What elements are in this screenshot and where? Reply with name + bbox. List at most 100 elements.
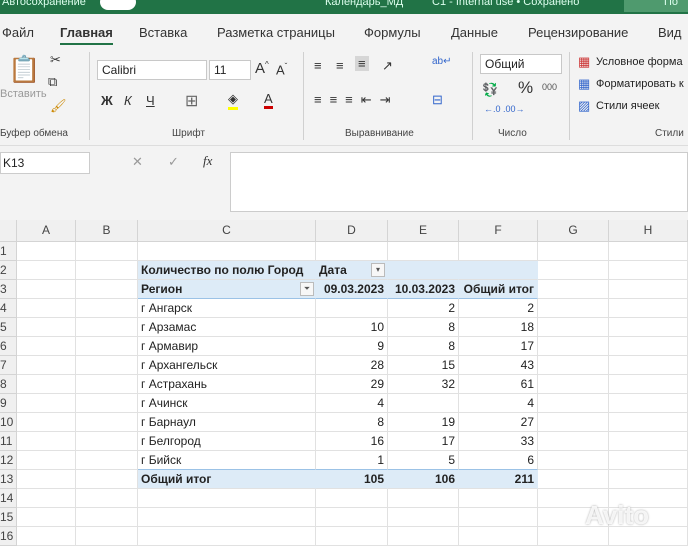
- cell[interactable]: [76, 470, 138, 489]
- pivot-grand-total[interactable]: 106: [388, 470, 459, 489]
- percent-button[interactable]: %: [518, 78, 533, 98]
- cell[interactable]: [76, 527, 138, 546]
- font-name-select[interactable]: Calibri: [97, 60, 207, 80]
- cell[interactable]: [76, 508, 138, 527]
- column-header[interactable]: C: [138, 220, 316, 242]
- pivot-value[interactable]: 18: [459, 318, 538, 337]
- row-header[interactable]: 14: [0, 489, 17, 508]
- pivot-value[interactable]: 9: [316, 337, 388, 356]
- cell[interactable]: [538, 375, 609, 394]
- column-filter-dropdown[interactable]: ▾: [371, 263, 385, 277]
- row-header[interactable]: 16: [0, 527, 17, 546]
- cell[interactable]: [538, 413, 609, 432]
- cell[interactable]: [17, 356, 76, 375]
- cell[interactable]: [76, 261, 138, 280]
- row-header[interactable]: 15: [0, 508, 17, 527]
- pivot-value[interactable]: 27: [459, 413, 538, 432]
- italic-button[interactable]: К: [124, 93, 132, 108]
- cell[interactable]: [609, 470, 688, 489]
- cell[interactable]: [17, 489, 76, 508]
- cell[interactable]: [76, 413, 138, 432]
- cell[interactable]: [138, 508, 316, 527]
- cell[interactable]: [138, 527, 316, 546]
- cell[interactable]: [609, 318, 688, 337]
- column-header[interactable]: A: [17, 220, 76, 242]
- pivot-value[interactable]: 19: [388, 413, 459, 432]
- pivot-grand-total[interactable]: 105: [316, 470, 388, 489]
- pivot-column-header[interactable]: 09.03.2023: [316, 280, 388, 299]
- search-box[interactable]: По: [624, 0, 688, 12]
- cell[interactable]: [459, 508, 538, 527]
- pivot-value[interactable]: 2: [388, 299, 459, 318]
- bold-button[interactable]: Ж: [101, 93, 113, 108]
- pivot-row-label[interactable]: г Бийск: [138, 451, 316, 470]
- row-header[interactable]: 13: [0, 470, 17, 489]
- font-size-select[interactable]: 11: [209, 60, 251, 80]
- cell[interactable]: [609, 413, 688, 432]
- row-header[interactable]: 5: [0, 318, 17, 337]
- cell[interactable]: [76, 375, 138, 394]
- column-header[interactable]: F: [459, 220, 538, 242]
- cell[interactable]: [609, 242, 688, 261]
- pivot-value[interactable]: 6: [459, 451, 538, 470]
- format-painter-icon[interactable]: 🖌: [50, 98, 67, 114]
- sensitivity-label[interactable]: C1 - Internal use • Сохранено: [432, 0, 579, 8]
- tab-review[interactable]: Рецензирование: [528, 25, 628, 40]
- pivot-row-label[interactable]: г Армавир: [138, 337, 316, 356]
- column-header[interactable]: B: [76, 220, 138, 242]
- merge-center-icon[interactable]: ⊟: [432, 92, 443, 108]
- cell[interactable]: [17, 451, 76, 470]
- cell[interactable]: [538, 337, 609, 356]
- cell-styles-button[interactable]: Стили ячеек: [596, 100, 659, 112]
- cell[interactable]: [17, 432, 76, 451]
- cell[interactable]: [76, 356, 138, 375]
- row-header[interactable]: 4: [0, 299, 17, 318]
- copy-icon[interactable]: ⧉: [48, 74, 57, 90]
- cell[interactable]: [538, 470, 609, 489]
- tab-file[interactable]: Файл: [2, 25, 34, 40]
- cell[interactable]: [538, 280, 609, 299]
- pivot-row-label[interactable]: г Белгород: [138, 432, 316, 451]
- tab-insert[interactable]: Вставка: [139, 25, 187, 40]
- cell[interactable]: [17, 508, 76, 527]
- cell[interactable]: [459, 527, 538, 546]
- cell[interactable]: [538, 261, 609, 280]
- pivot-value[interactable]: 2: [459, 299, 538, 318]
- name-box[interactable]: K13: [0, 152, 90, 174]
- number-format-select[interactable]: Общий: [480, 54, 562, 74]
- pivot-row-label[interactable]: г Ангарск: [138, 299, 316, 318]
- cell[interactable]: [388, 527, 459, 546]
- conditional-format-button[interactable]: Условное форма: [596, 56, 683, 68]
- cell[interactable]: [538, 432, 609, 451]
- align-horizontal-icons[interactable]: ≡≡≡⇤⇥: [314, 92, 399, 108]
- cell[interactable]: [17, 318, 76, 337]
- borders-icon[interactable]: ⊞: [185, 91, 198, 111]
- column-header[interactable]: H: [609, 220, 688, 242]
- row-header[interactable]: 12: [0, 451, 17, 470]
- cut-icon[interactable]: ✂: [50, 52, 61, 68]
- pivot-value-label[interactable]: Количество по полю Город: [138, 261, 316, 280]
- column-header[interactable]: E: [388, 220, 459, 242]
- pivot-value[interactable]: 8: [388, 318, 459, 337]
- tab-data[interactable]: Данные: [451, 25, 498, 40]
- cell[interactable]: [17, 394, 76, 413]
- cell[interactable]: [17, 280, 76, 299]
- format-as-table-button[interactable]: Форматировать к: [596, 78, 684, 90]
- pivot-row-field[interactable]: Регион: [138, 280, 316, 299]
- row-header[interactable]: 8: [0, 375, 17, 394]
- cell[interactable]: [609, 432, 688, 451]
- cell[interactable]: [76, 451, 138, 470]
- pivot-column-header[interactable]: 10.03.2023: [388, 280, 459, 299]
- pivot-value[interactable]: 32: [388, 375, 459, 394]
- pivot-value[interactable]: 29: [316, 375, 388, 394]
- decimal-icons[interactable]: ←.0 .00→: [484, 104, 525, 114]
- pivot-value[interactable]: 33: [459, 432, 538, 451]
- pivot-value[interactable]: 61: [459, 375, 538, 394]
- pivot-value[interactable]: 43: [459, 356, 538, 375]
- pivot-value[interactable]: 17: [388, 432, 459, 451]
- paste-button[interactable]: Вставить: [0, 88, 47, 100]
- select-all-button[interactable]: [0, 220, 17, 242]
- cell[interactable]: [538, 356, 609, 375]
- cell[interactable]: [388, 261, 459, 280]
- cell[interactable]: [459, 489, 538, 508]
